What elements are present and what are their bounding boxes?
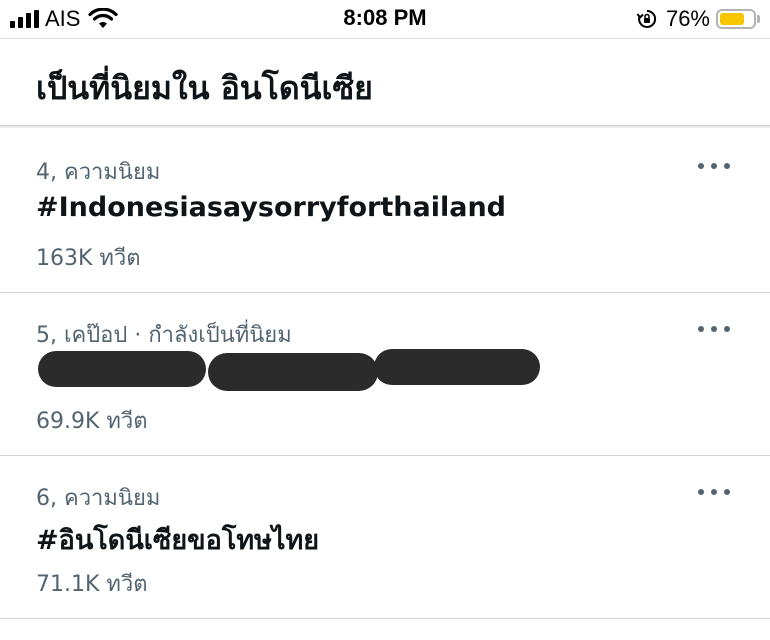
battery-percent: 76% [665, 6, 710, 31]
trend-context: 5, เคป๊อป · กำลังเป็นที่นิยม [36, 323, 292, 348]
trend-list: 4, ความนิยม #Indonesiasaysorryforthailan… [0, 130, 770, 619]
trend-item[interactable]: 4, ความนิยม #Indonesiasaysorryforthailan… [0, 130, 770, 293]
more-horizontal-icon[interactable] [698, 319, 730, 339]
trend-tweet-count: 71.1K ทวีต [36, 572, 148, 597]
trend-item[interactable]: 5, เคป๊อป · กำลังเป็นที่นิยม 69.9K ทวีต [0, 293, 770, 456]
trend-name[interactable]: #อินโดนีเซียขอโทษไทย [36, 518, 319, 561]
status-right: 76% [636, 6, 760, 32]
more-horizontal-icon[interactable] [698, 482, 730, 502]
battery-icon [716, 9, 756, 29]
redaction-bar [374, 349, 540, 385]
page-title: เป็นที่นิยมใน อินโดนีเซีย [36, 69, 373, 107]
more-horizontal-icon[interactable] [698, 156, 730, 176]
trend-context: 4, ความนิยม [36, 160, 161, 185]
page-header: เป็นที่นิยมใน อินโดนีเซีย [0, 38, 770, 126]
trend-context: 6, ความนิยม [36, 486, 161, 511]
trend-tweet-count: 69.9K ทวีต [36, 409, 148, 434]
status-bar: AIS 8:08 PM 76% [0, 0, 770, 38]
battery-cap [757, 15, 760, 23]
trend-name[interactable]: #Indonesiasaysorryforthailand [36, 192, 506, 223]
trend-tweet-count: 163K ทวีต [36, 246, 141, 271]
redaction-bar [208, 353, 378, 391]
battery-level-fill [720, 13, 744, 25]
redaction-bar [38, 351, 206, 387]
trend-item[interactable]: 6, ความนิยม #อินโดนีเซียขอโทษไทย 71.1K ท… [0, 456, 770, 619]
rotation-lock-icon [636, 9, 657, 28]
